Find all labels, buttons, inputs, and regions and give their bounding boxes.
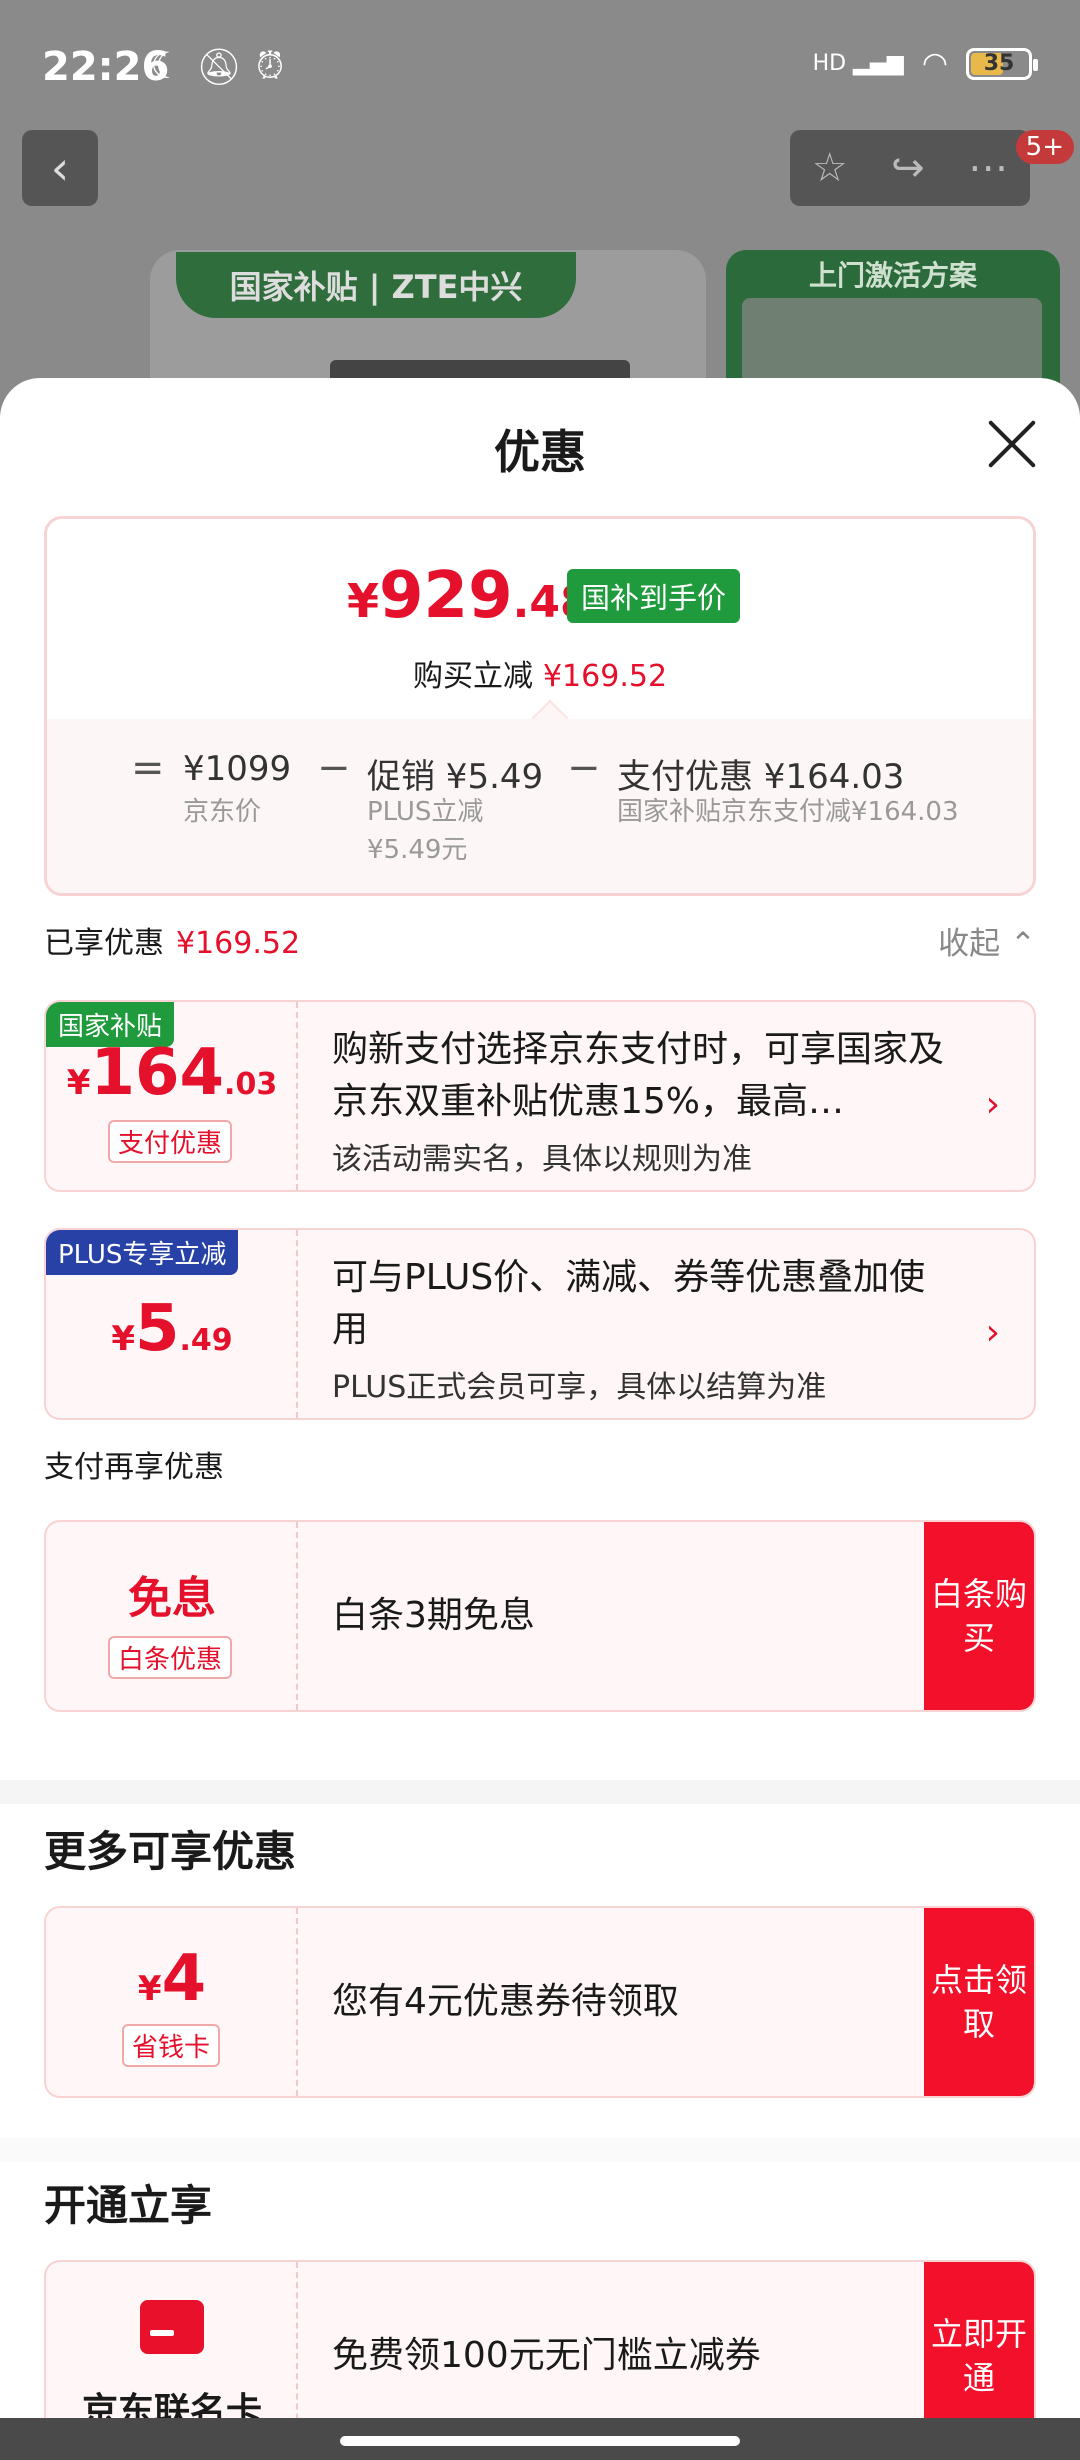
chevron-right-icon: ›: [985, 1312, 1000, 1353]
topbar-actions: ☆ ↪ ⋯: [790, 130, 1030, 206]
banner-subsidy-label: 国家补贴 | ZTE中兴: [176, 252, 576, 318]
bell-muted-icon: 🔕︎: [196, 47, 242, 88]
coupon-subtext: PLUS正式会员可享，具体以结算为准: [332, 1370, 827, 1405]
back-button[interactable]: ‹: [22, 130, 98, 206]
wifi-icon: ◠: [921, 46, 948, 81]
card-label: 京东联名卡: [81, 2391, 262, 2418]
status-icons-right: HD ▂▄▆ ◠ 35: [812, 46, 1038, 81]
coupon-sublabel: 省钱卡: [122, 2024, 221, 2067]
final-price: ¥929.48: [347, 559, 591, 633]
equals-sign: =: [131, 745, 165, 791]
message-badge: 5+: [1015, 130, 1074, 164]
coupon-sublabel: 白条优惠: [108, 1636, 233, 1679]
share-icon[interactable]: ↪: [891, 145, 925, 191]
battery-icon: 35: [966, 47, 1038, 80]
more-discounts-title: 更多可享优惠: [44, 1827, 297, 1876]
minus-sign: −: [567, 745, 601, 791]
price-summary-card: ¥929.48 国补到手价 购买立减 ¥169.52 = ¥1099 京东价 − …: [44, 516, 1036, 896]
section-divider: [0, 2138, 1080, 2162]
coupon-national-subsidy[interactable]: 国家补贴 ¥164.03 支付优惠 购新支付选择京东支付时，可享国家及京东双重补…: [44, 1000, 1036, 1192]
coupon-tag: PLUS专享立减: [46, 1230, 239, 1275]
reduce-line: 购买立减 ¥169.52: [412, 659, 668, 694]
coupon-text: 购新支付选择京东支付时，可享国家及京东双重补贴优惠15%，最高…: [332, 1029, 945, 1122]
coupon-savings-card[interactable]: ¥4 省钱卡 您有4元优惠券待领取 点击领取: [44, 1906, 1036, 2098]
sheet-title: 优惠: [494, 425, 586, 479]
alarm-icon: ⏰︎: [255, 46, 285, 87]
credit-card-icon: [140, 2300, 204, 2354]
claim-button[interactable]: 点击领取: [924, 1908, 1034, 2096]
activation-card-title: 上门激活方案: [808, 259, 977, 292]
coupon-text: 您有4元优惠券待领取: [332, 1981, 679, 2022]
enjoyed-discount: 已享优惠 ¥169.52: [44, 926, 301, 961]
pay-discount: 支付优惠 ¥164.03: [617, 757, 905, 797]
collapse-button[interactable]: 收起 ⌃: [938, 918, 1036, 963]
jd-price-label: 京东价: [183, 797, 262, 827]
chevron-right-icon: ›: [985, 1084, 1000, 1125]
jd-price: ¥1099: [183, 749, 292, 789]
open-enjoy-title: 开通立享: [44, 2181, 213, 2230]
coupon-text: 可与PLUS价、满减、券等优惠叠加使用: [332, 1257, 926, 1350]
status-icons-left: ☾ 🔕︎ ⏰︎: [150, 46, 284, 88]
coupon-amount: ¥4: [137, 1942, 207, 2016]
minus-sign: −: [317, 745, 351, 791]
coupon-sublabel: 支付优惠: [108, 1120, 233, 1163]
coupon-text: 免费领100元无门槛立减券: [332, 2335, 761, 2376]
home-indicator[interactable]: [340, 2436, 740, 2446]
coupon-subtext: 该活动需实名，具体以规则为准: [332, 1142, 752, 1177]
section-divider: [0, 1780, 1080, 1804]
chevron-left-icon: ‹: [50, 141, 70, 195]
coupon-plus[interactable]: PLUS专享立减 ¥5.49 可与PLUS价、满减、券等优惠叠加使用 PLUS正…: [44, 1228, 1036, 1420]
coupon-label: 免息: [128, 1573, 216, 1624]
star-icon[interactable]: ☆: [812, 145, 848, 191]
promo-sub-2: ¥5.49元: [367, 835, 468, 865]
coupon-jd-card[interactable]: 京东联名卡 免费领100元无门槛立减券 立即开通: [44, 2260, 1036, 2418]
coupon-amount: ¥5.49: [111, 1292, 233, 1366]
close-icon[interactable]: [986, 418, 1036, 468]
discount-sheet: 优惠 ¥929.48 国补到手价 购买立减 ¥169.52 = ¥1099 京东价…: [0, 378, 1080, 2418]
promo-sub-1: PLUS立减: [367, 797, 484, 827]
status-bar: 22:26 ☾ 🔕︎ ⏰︎ HD ▂▄▆ ◠ 35: [0, 0, 1080, 130]
promo-amount: 促销 ¥5.49: [367, 757, 544, 797]
coupon-text: 白条3期免息: [332, 1595, 535, 1636]
signal-icon: HD ▂▄▆: [812, 51, 904, 76]
coupon-baitiao[interactable]: 免息 白条优惠 白条3期免息 白条购买: [44, 1520, 1036, 1712]
baitiao-buy-button[interactable]: 白条购买: [924, 1522, 1034, 1710]
open-now-button[interactable]: 立即开通: [924, 2262, 1034, 2418]
moon-icon: ☾: [150, 46, 183, 87]
pay-discount-sub: 国家补贴京东支付减¥164.03: [617, 797, 959, 827]
pay-more-title: 支付再享优惠: [44, 1450, 224, 1485]
more-icon[interactable]: ⋯: [968, 145, 1008, 191]
subsidy-price-tag: 国补到手价: [567, 569, 741, 623]
coupon-amount: ¥164.03: [66, 1036, 278, 1110]
